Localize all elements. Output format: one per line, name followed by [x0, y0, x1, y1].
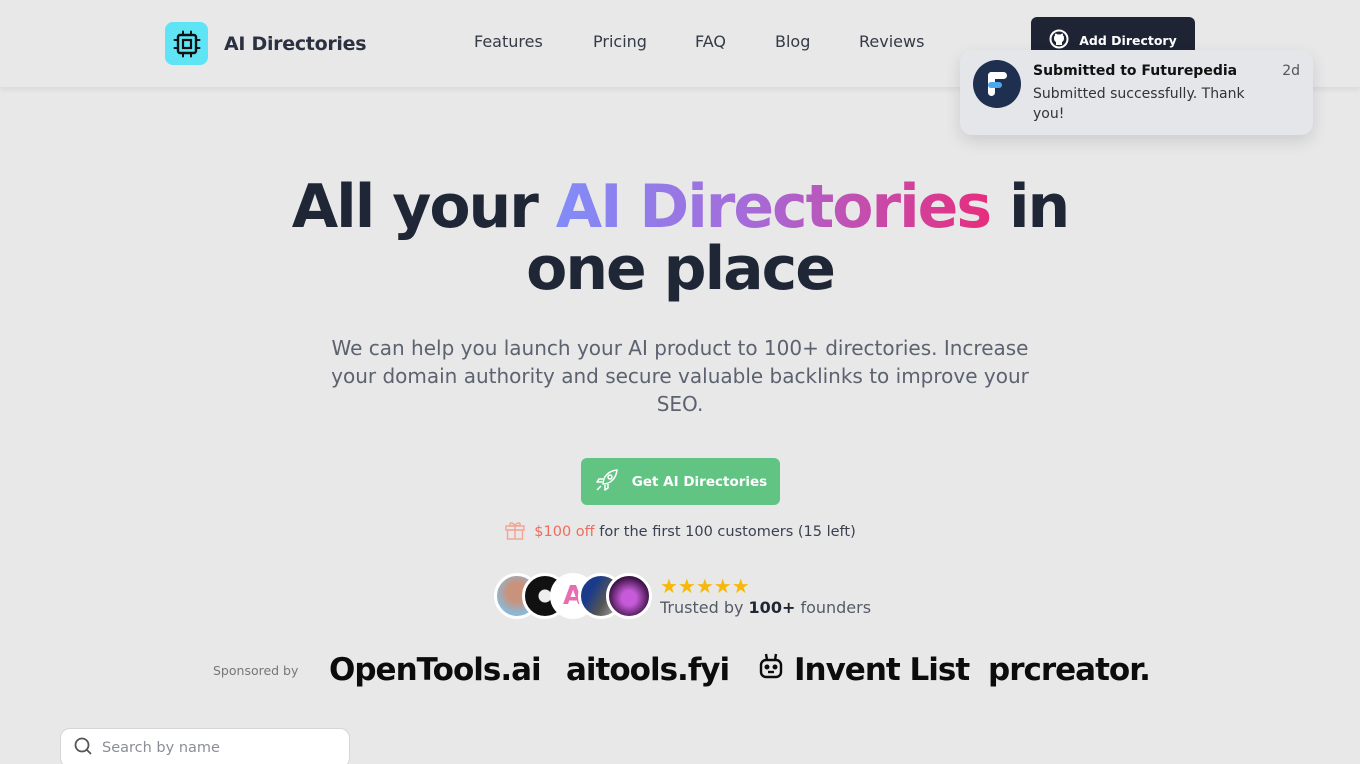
toast-timestamp: 2d: [1282, 63, 1300, 79]
hero-title-line2: one place: [526, 234, 836, 304]
hero-title-highlight: AI Directories: [555, 172, 992, 242]
sponsor-invent-list[interactable]: Invent List: [758, 652, 970, 688]
nav-features[interactable]: Features: [474, 32, 543, 51]
toast-title: Submitted to Futurepedia: [1033, 63, 1238, 79]
hero-title: All your AI Directories in one place: [0, 176, 1360, 300]
hero-subtitle: We can help you launch your AI product t…: [331, 336, 1029, 416]
toast-message: Submitted successfully. Thank you!: [1033, 86, 1245, 122]
hero-title-suffix: in: [990, 172, 1070, 242]
rating-stars: ★★★★★: [660, 573, 750, 598]
futurepedia-logo-icon: [973, 60, 1021, 108]
sponsors-row: Sponsored by OpenTools.ai aitools.fyi In…: [213, 648, 1163, 693]
founder-count: 100+: [748, 597, 796, 617]
sponsored-by-label: Sponsored by: [213, 663, 299, 678]
nav-faq[interactable]: FAQ: [695, 32, 726, 51]
promo-discount: $100 off: [534, 524, 595, 540]
brand-name: AI Directories: [224, 32, 367, 55]
brand-logo[interactable]: AI Directories: [165, 22, 367, 65]
search-input[interactable]: [102, 740, 322, 756]
sponsor-aitools[interactable]: aitools.fyi: [566, 652, 730, 688]
promo-text: for the first 100 customers (15 left): [599, 524, 856, 540]
founder-avatars: A: [494, 573, 652, 619]
sponsor-invent-list-label: Invent List: [794, 652, 970, 688]
sponsor-opentools[interactable]: OpenTools.ai: [329, 652, 542, 688]
github-icon: [1049, 29, 1069, 52]
promo-line: $100 off for the first 100 customers (15…: [0, 520, 1360, 544]
hero-title-prefix: All your: [291, 172, 556, 242]
search-icon: [73, 736, 93, 760]
notification-toast[interactable]: Submitted to Futurepedia Submitted succe…: [960, 50, 1313, 135]
get-ai-directories-button[interactable]: Get AI Directories: [581, 458, 780, 505]
nav-reviews[interactable]: Reviews: [859, 32, 924, 51]
cta-label: Get AI Directories: [631, 473, 768, 490]
chip-icon: [165, 22, 208, 65]
robot-icon: [758, 652, 784, 688]
trust-badge: A ★★★★★ Trusted by 100+ founders: [494, 573, 871, 619]
trust-text: Trusted by 100+ founders: [660, 597, 872, 617]
sponsor-prcreator[interactable]: prcreator.: [988, 652, 1151, 688]
gift-icon: [504, 520, 526, 544]
search-box: [60, 728, 350, 764]
nav-pricing[interactable]: Pricing: [593, 32, 647, 51]
rocket-icon: [594, 467, 620, 497]
avatar: [606, 573, 652, 619]
add-directory-label: Add Directory: [1079, 32, 1177, 48]
nav-blog[interactable]: Blog: [775, 32, 810, 51]
